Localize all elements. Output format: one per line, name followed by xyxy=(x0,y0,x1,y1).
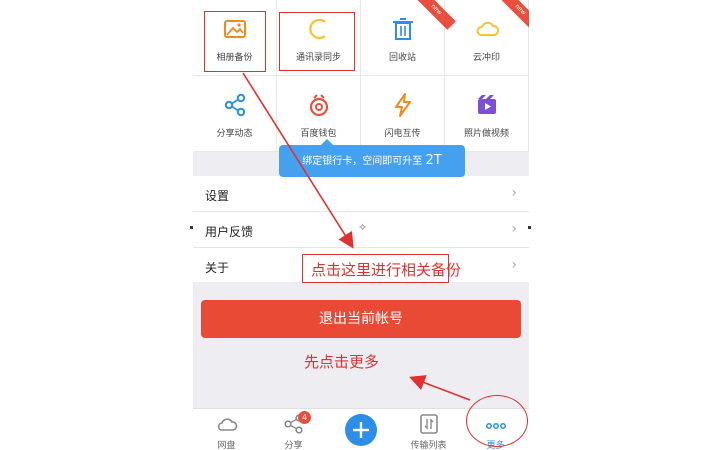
arrow-to-more xyxy=(409,375,471,401)
arrow-to-note xyxy=(242,72,354,249)
annotation-arrows xyxy=(242,72,471,401)
